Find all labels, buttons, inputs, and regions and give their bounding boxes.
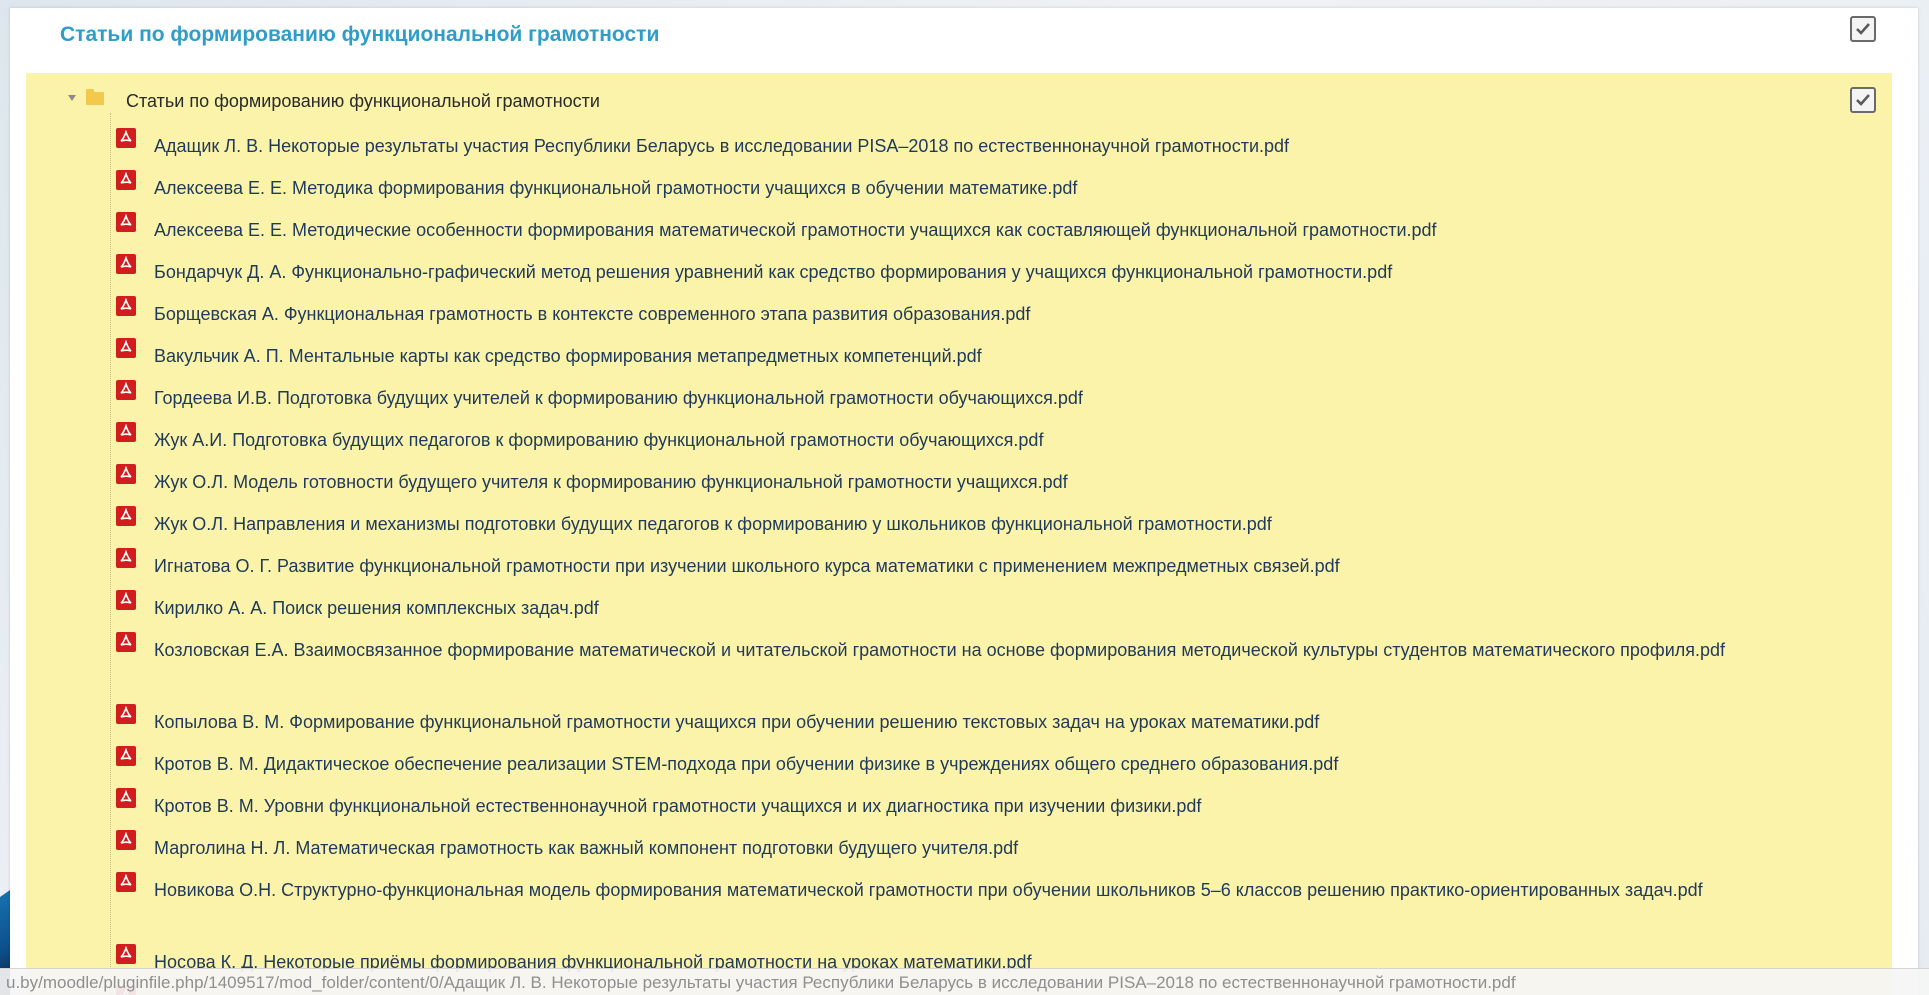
pdf-icon: [116, 590, 136, 610]
file-link[interactable]: Вакульчик А. П. Ментальные карты как сре…: [154, 346, 982, 366]
folder-icon: [86, 88, 104, 105]
pdf-icon: [116, 872, 136, 892]
browser-status-bar: u.by/moodle/pluginfile.php/1409517/mod_f…: [0, 968, 1929, 995]
file-link[interactable]: Гордеева И.В. Подготовка будущих учителе…: [154, 388, 1083, 408]
file-link[interactable]: Марголина Н. Л. Математическая грамотнос…: [154, 838, 1018, 858]
pdf-icon: [116, 632, 136, 652]
pdf-icon: [116, 506, 136, 526]
file-item[interactable]: Копылова В. М. Формирование функциональн…: [112, 704, 1872, 749]
folder-tree-panel: Статьи по формированию функциональной гр…: [26, 73, 1892, 995]
file-link[interactable]: Жук А.И. Подготовка будущих педагогов к …: [154, 430, 1043, 450]
file-link[interactable]: Алексеева Е. Е. Методические особенности…: [154, 220, 1437, 240]
pdf-icon: [116, 338, 136, 358]
pdf-icon: [116, 464, 136, 484]
pdf-icon: [116, 944, 136, 964]
pdf-icon: [116, 746, 136, 766]
file-link[interactable]: Новикова О.Н. Структурно-функциональная …: [154, 880, 1703, 900]
pdf-icon: [116, 704, 136, 724]
completion-checkbox-icon[interactable]: [1850, 16, 1876, 42]
file-item[interactable]: Адащик Л. В. Некоторые результаты участи…: [112, 128, 1872, 173]
pdf-icon: [116, 548, 136, 568]
pdf-icon: [116, 380, 136, 400]
pdf-icon: [116, 254, 136, 274]
folder-completion-checkbox-icon[interactable]: [1850, 87, 1876, 113]
pdf-icon: [116, 212, 136, 232]
pdf-icon: [116, 788, 136, 808]
file-item[interactable]: Жук О.Л. Модель готовности будущего учит…: [112, 464, 1872, 509]
file-link[interactable]: Кирилко А. А. Поиск решения комплексных …: [154, 598, 599, 618]
file-link[interactable]: Кротов В. М. Уровни функциональной естес…: [154, 796, 1201, 816]
file-list: Адащик Л. В. Некоторые результаты участи…: [112, 128, 1872, 995]
activity-header: Статьи по формированию функциональной гр…: [10, 8, 1918, 70]
file-item[interactable]: Алексеева Е. Е. Методические особенности…: [112, 212, 1872, 257]
file-item[interactable]: Кирилко А. А. Поиск решения комплексных …: [112, 590, 1872, 635]
file-item[interactable]: Алексеева Е. Е. Методика формирования фу…: [112, 170, 1872, 215]
file-link[interactable]: Бондарчук Д. А. Функционально-графически…: [154, 262, 1392, 282]
file-link[interactable]: Кротов В. М. Дидактическое обеспечение р…: [154, 754, 1338, 774]
file-item[interactable]: Бондарчук Д. А. Функционально-графически…: [112, 254, 1872, 299]
file-item[interactable]: Марголина Н. Л. Математическая грамотнос…: [112, 830, 1872, 875]
file-item[interactable]: Жук А.И. Подготовка будущих педагогов к …: [112, 422, 1872, 467]
file-link[interactable]: Жук О.Л. Направления и механизмы подгото…: [154, 514, 1272, 534]
file-link[interactable]: Алексеева Е. Е. Методика формирования фу…: [154, 178, 1077, 198]
file-item[interactable]: Вакульчик А. П. Ментальные карты как сре…: [112, 338, 1872, 383]
triangle-down-icon[interactable]: [68, 95, 76, 101]
file-link[interactable]: Борщевская А. Функциональная грамотность…: [154, 304, 1030, 324]
pdf-icon: [116, 422, 136, 442]
file-item[interactable]: Жук О.Л. Направления и механизмы подгото…: [112, 506, 1872, 551]
folder-tree-root[interactable]: Статьи по формированию функциональной гр…: [68, 88, 600, 113]
file-item[interactable]: Борщевская А. Функциональная грамотность…: [112, 296, 1872, 341]
file-link[interactable]: Козловская Е.А. Взаимосвязанное формиров…: [154, 640, 1725, 660]
file-link[interactable]: Адащик Л. В. Некоторые результаты участи…: [154, 136, 1289, 156]
file-link[interactable]: Игнатова О. Г. Развитие функциональной г…: [154, 556, 1340, 576]
file-link[interactable]: Копылова В. М. Формирование функциональн…: [154, 712, 1319, 732]
pdf-icon: [116, 830, 136, 850]
pdf-icon: [116, 128, 136, 148]
pdf-icon: [116, 296, 136, 316]
file-item[interactable]: Кротов В. М. Дидактическое обеспечение р…: [112, 746, 1872, 791]
activity-title[interactable]: Статьи по формированию функциональной гр…: [60, 21, 659, 49]
file-item[interactable]: Кротов В. М. Уровни функциональной естес…: [112, 788, 1872, 833]
folder-name: Статьи по формированию функциональной гр…: [126, 90, 600, 111]
file-item[interactable]: Игнатова О. Г. Развитие функциональной г…: [112, 548, 1872, 593]
file-item[interactable]: Гордеева И.В. Подготовка будущих учителе…: [112, 380, 1872, 425]
activity-card: Статьи по формированию функциональной гр…: [10, 8, 1918, 995]
file-link[interactable]: Жук О.Л. Модель готовности будущего учит…: [154, 472, 1068, 492]
pdf-icon: [116, 170, 136, 190]
file-item[interactable]: Козловская Е.А. Взаимосвязанное формиров…: [112, 632, 1872, 707]
file-item[interactable]: Новикова О.Н. Структурно-функциональная …: [112, 872, 1872, 947]
